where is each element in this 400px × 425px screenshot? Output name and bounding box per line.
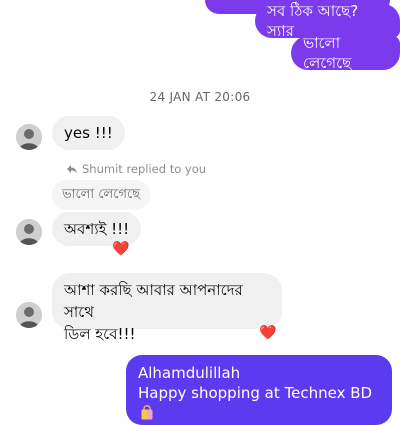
heart-icon[interactable]: ❤️ <box>259 326 276 340</box>
incoming-message[interactable]: আশা করছি আবার আপনাদের সাথে ডিল হবে!!! <box>52 273 282 343</box>
message-timestamp: 24 JAN AT 20:06 <box>149 90 251 104</box>
message-text: ভালো লেগেছে <box>303 34 352 72</box>
message-text: Happy shopping at Technex BD <box>138 384 373 402</box>
incoming-message[interactable]: yes !!! <box>52 116 125 150</box>
avatar-photo-icon <box>16 219 42 245</box>
reply-arrow-icon <box>67 165 77 174</box>
outgoing-message[interactable]: ভালো লেগেছে <box>291 34 400 72</box>
message-text: অবশ্যই !!! <box>64 220 130 238</box>
reply-indicator-text: Shumit replied to you <box>82 162 207 176</box>
sender-avatar[interactable] <box>16 124 42 150</box>
message-text: yes !!! <box>64 124 113 142</box>
heart-icon[interactable]: ❤️ <box>112 242 129 256</box>
reply-indicator: Shumit replied to you <box>66 162 206 176</box>
message-text-line: Alhamdulillah <box>138 364 241 382</box>
message-text-line: আশা করছি আবার আপনাদের সাথে <box>64 281 243 321</box>
sender-avatar[interactable] <box>16 219 42 245</box>
quoted-message[interactable]: ভালো লেগেছে <box>52 180 151 210</box>
sender-avatar[interactable] <box>16 302 42 328</box>
shopping-bag-icon <box>140 405 154 420</box>
quoted-message-text: ভালো লেগেছে <box>62 186 141 202</box>
message-text-line: ডিল হবে!!! <box>64 325 136 343</box>
message-text-line: Happy shopping at Technex BD <box>138 383 380 423</box>
avatar-photo-icon <box>16 302 42 328</box>
avatar-photo-icon <box>16 124 42 150</box>
outgoing-message[interactable]: Alhamdulillah Happy shopping at Technex … <box>126 355 392 425</box>
